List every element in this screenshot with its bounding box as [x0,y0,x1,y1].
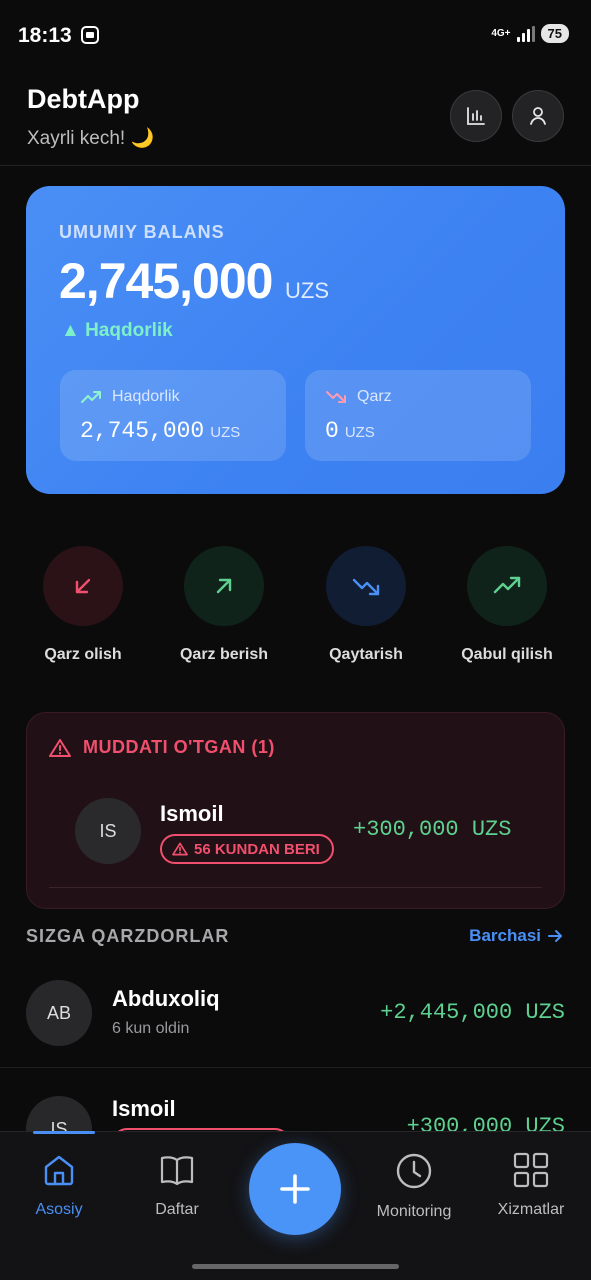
trending-up-icon [81,391,101,403]
nav-monitoring[interactable]: Monitoring [359,1152,469,1221]
overdue-section: MUDDATI O'TGAN (1) IS Ismoil 56 KUNDAN B… [26,712,565,909]
home-icon [44,1155,74,1186]
overdue-debtor-name[interactable]: Ismoil [160,801,224,827]
arrow-up-right-icon [216,578,232,594]
divider [0,1067,591,1068]
trending-down-icon [352,578,380,596]
plus-icon [280,1174,310,1204]
overdue-amount: +300,000 UZS [353,817,512,842]
trending-up-icon [493,576,521,594]
add-debt-button[interactable] [249,1143,341,1235]
action-take-loan[interactable]: Qarz olish [23,546,143,664]
debt-value: 0 UZS [325,418,375,444]
greeting-text: Xayrli kech! 🌙 [27,128,155,149]
network-type: 4G+ [491,28,511,39]
nav-home[interactable]: Asosiy [4,1131,114,1219]
balance-label: UMUMIY BALANS [59,222,225,242]
balance-status: ▲ Haqdorlik [61,320,173,341]
debtor-name: Ismoil [112,1096,176,1121]
nav-services[interactable]: Xizmatlar [476,1152,586,1219]
balance-amount: 2,745,000 [59,253,273,309]
warning-icon [49,738,71,757]
grid-icon [513,1152,549,1188]
warning-icon [172,842,188,856]
divider [49,887,542,888]
screen-record-icon [81,26,99,44]
debtor-name: Abduxoliq [112,986,220,1011]
trending-down-icon [326,391,346,403]
nav-label: Monitoring [376,1203,452,1220]
signal-icon [516,25,535,42]
receivable-value: 2,745,000 UZS [80,418,241,444]
user-icon [530,107,546,125]
action-label: Qarz olish [44,646,122,663]
nav-ledger[interactable]: Daftar [122,1152,232,1219]
action-give-loan[interactable]: Qarz berish [164,546,284,664]
arrow-down-left-icon [75,578,91,594]
action-repay[interactable]: Qaytarish [306,546,426,664]
action-receive[interactable]: Qabul qilish [447,546,567,664]
receivable-label: Haqdorlik [112,388,180,405]
status-indicators: 4G+ 75 [491,24,569,43]
action-label: Qaytarish [329,646,403,663]
status-bar: 18:13 4G+ 75 [0,0,591,72]
balance-currency: UZS [285,278,329,303]
nav-label: Daftar [155,1201,199,1218]
balance-card: UMUMIY BALANS 2,745,000 UZS ▲ Haqdorlik … [26,186,565,494]
avatar: AB [26,980,92,1046]
arrow-right-icon [548,930,562,942]
receivable-summary: Haqdorlik 2,745,000 UZS [60,370,286,461]
bar-chart-icon [467,107,485,125]
nav-label: Xizmatlar [497,1201,565,1218]
debtor-time: 6 kun oldin [112,1020,190,1037]
debt-label: Qarz [357,388,392,405]
book-icon [160,1156,194,1186]
debt-summary: Qarz 0 UZS [305,370,531,461]
action-label: Qabul qilish [461,646,553,663]
home-indicator [192,1264,399,1269]
action-label: Qarz berish [179,646,269,663]
overdue-days-badge: 56 KUNDAN BERI [160,834,334,864]
avatar: IS [75,798,141,864]
app-title: DebtApp [27,84,140,114]
app-header: DebtApp Xayrli kech! 🌙 [0,72,591,166]
statistics-button[interactable] [450,90,502,142]
status-time: 18:13 [18,24,72,47]
overdue-title: MUDDATI O'TGAN (1) [49,737,275,758]
debtors-section-title: SIZGA QARZDORLAR [26,926,230,946]
list-item[interactable]: AB Abduxoliq 6 kun oldin +2,445,000 UZS [0,968,591,1068]
clock-icon [396,1153,432,1189]
battery-level: 75 [540,24,569,43]
nav-label: Asosiy [35,1201,83,1218]
debtor-amount: +2,445,000 UZS [380,1000,565,1025]
profile-button[interactable] [512,90,564,142]
see-all-link[interactable]: Barchasi [469,926,563,946]
